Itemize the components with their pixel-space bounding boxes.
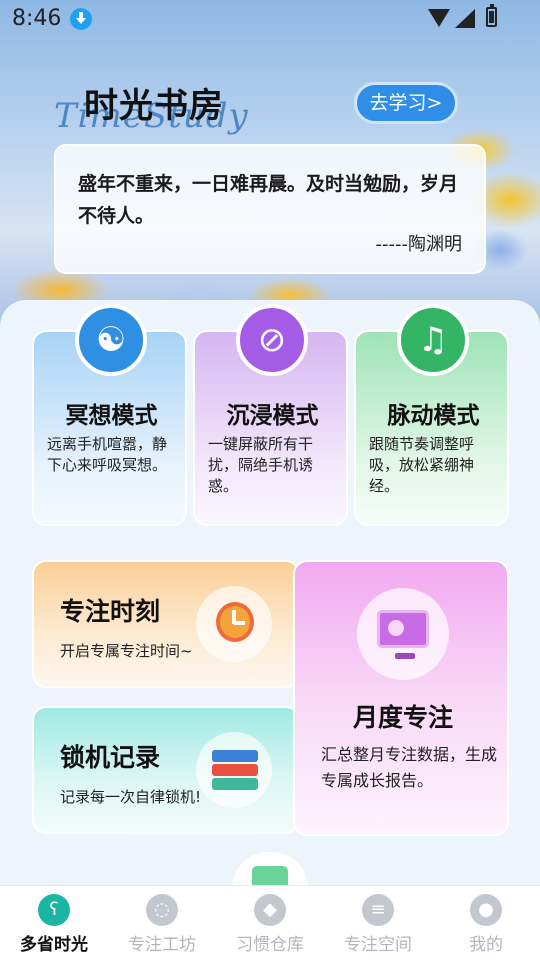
nav-item-home[interactable]: ʕ 多省时光 xyxy=(0,886,108,960)
page-title: 时光书房 xyxy=(84,86,224,126)
feature-icon-badge xyxy=(196,732,272,808)
feature-title: 锁机记录 xyxy=(60,743,161,772)
nav-label: 习惯仓库 xyxy=(236,935,304,955)
monthly-focus-card[interactable]: 月度专注 汇总整月专注数据，生成专属成长报告。 xyxy=(293,560,509,836)
layers-icon: ≡ xyxy=(362,894,394,926)
quote-card: 盛年不重来，一日难再晨。及时当勉励，岁月不待人。 -----陶渊明 xyxy=(54,144,486,274)
meditation-mode-card[interactable]: ☯ 冥想模式 远离手机喧嚣，静下心来呼吸冥想。 xyxy=(32,304,187,526)
bottom-nav: ʕ 多省时光 ◌ 专注工坊 ◆ 习惯仓库 ≡ 专注空间 ● 我的 xyxy=(0,885,540,960)
quote-text: 盛年不重来，一日难再晨。及时当勉励，岁月不待人。 xyxy=(78,173,459,227)
nav-item-focus-workshop[interactable]: ◌ 专注工坊 xyxy=(108,886,216,960)
pulse-mode-card[interactable]: ♫ 脉动模式 跟随节奏调整呼吸，放松紧绷神经。 xyxy=(354,304,509,526)
alarm-clock-icon xyxy=(216,602,254,642)
wifi-icon xyxy=(428,9,450,27)
bulb-icon: ◌ xyxy=(146,894,178,926)
lock-record-card[interactable]: 锁机记录 记录每一次自律锁机! xyxy=(32,706,300,834)
mode-title: 脉动模式 xyxy=(387,403,480,429)
signal-icon xyxy=(455,9,475,28)
user-block-icon: ⊘ xyxy=(236,304,308,376)
feature-desc: 汇总整月专注数据，生成专属成长报告。 xyxy=(321,745,498,790)
mode-desc: 跟随节奏调整呼吸，放松紧绷神经。 xyxy=(369,435,475,495)
download-icon xyxy=(70,8,92,30)
feature-desc: 记录每一次自律锁机! xyxy=(60,788,202,806)
music-note-icon: ♫ xyxy=(397,304,469,376)
mode-title: 冥想模式 xyxy=(65,403,158,429)
monitor-chart-icon xyxy=(377,610,429,659)
person-icon: ● xyxy=(470,894,502,926)
bear-icon: ʕ xyxy=(38,894,70,926)
nav-item-habit-store[interactable]: ◆ 习惯仓库 xyxy=(216,886,324,960)
meditation-icon: ☯ xyxy=(75,304,147,376)
feature-icon-badge xyxy=(357,588,449,680)
nav-label: 我的 xyxy=(469,935,503,955)
mode-title: 沉浸模式 xyxy=(226,403,319,429)
box-icon: ◆ xyxy=(254,894,286,926)
nav-label: 多省时光 xyxy=(20,935,88,955)
mode-desc: 远离手机喧嚣，静下心来呼吸冥想。 xyxy=(47,435,168,474)
immersion-mode-card[interactable]: ⊘ 沉浸模式 一键屏蔽所有干扰，隔绝手机诱惑。 xyxy=(193,304,348,526)
mode-desc: 一键屏蔽所有干扰，隔绝手机诱惑。 xyxy=(208,435,314,495)
books-icon xyxy=(212,750,258,794)
quote-author: -----陶渊明 xyxy=(375,234,462,255)
status-time: 8:46 xyxy=(12,6,62,31)
nav-label: 专注工坊 xyxy=(128,935,196,955)
nav-item-profile[interactable]: ● 我的 xyxy=(432,886,540,960)
status-bar: 8:46 xyxy=(0,0,540,36)
feature-desc: 开启专属专注时间~ xyxy=(60,642,193,660)
focus-moment-card[interactable]: 专注时刻 开启专属专注时间~ xyxy=(32,560,300,688)
nav-label: 专注空间 xyxy=(344,935,412,955)
nav-item-focus-space[interactable]: ≡ 专注空间 xyxy=(324,886,432,960)
go-study-button[interactable]: 去学习> xyxy=(354,82,458,124)
feature-title: 月度专注 xyxy=(352,703,453,732)
feature-icon-badge xyxy=(196,586,272,662)
feature-title: 专注时刻 xyxy=(60,597,161,626)
battery-icon xyxy=(486,4,497,27)
